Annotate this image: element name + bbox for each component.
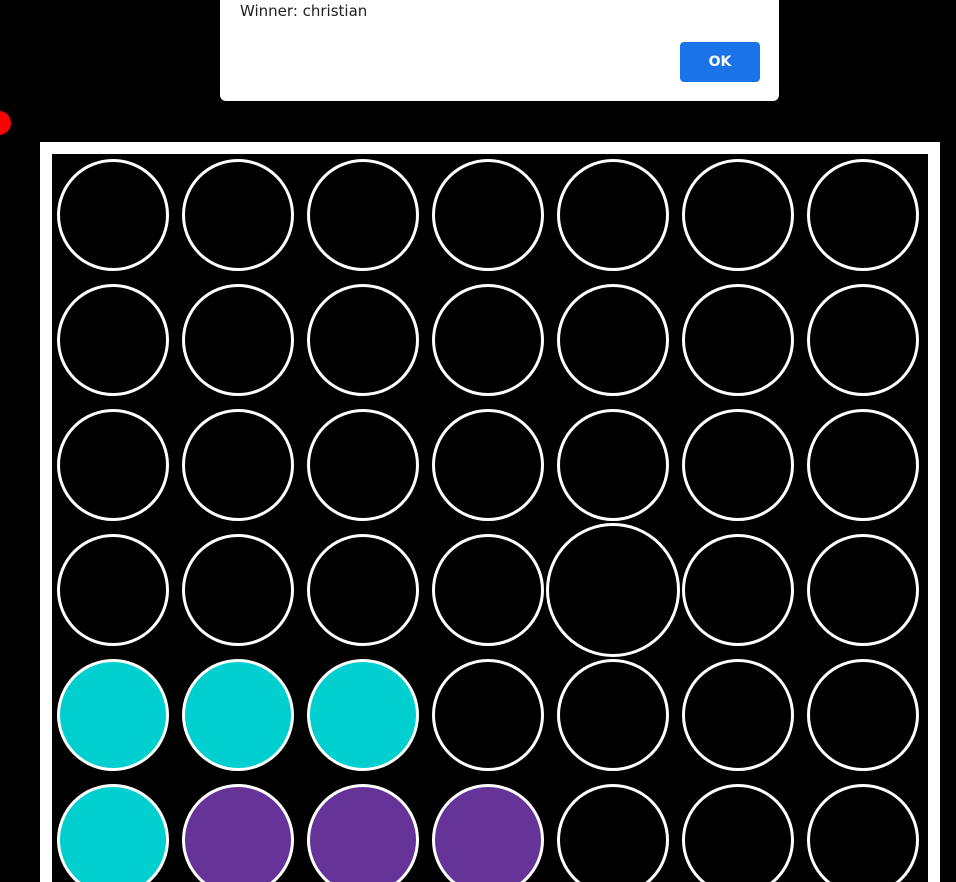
board-cell-r1-c0[interactable] [57,284,169,396]
alert-dialog: Winner: christian OK [220,0,779,101]
board-cell-r1-c2[interactable] [307,284,419,396]
board-cell-r5-c5[interactable] [682,784,794,882]
board-cell-r0-c0[interactable] [57,159,169,271]
board-cell-r5-c6[interactable] [807,784,919,882]
board-cell-r1-c6[interactable] [807,284,919,396]
board-cell-r0-c4[interactable] [557,159,669,271]
board-cell-r3-c5[interactable] [682,534,794,646]
board-cell-r3-c0[interactable] [57,534,169,646]
board-cell-r3-c4[interactable] [546,523,680,657]
board-cell-r4-c6[interactable] [807,659,919,771]
board-cell-r2-c4[interactable] [557,409,669,521]
board-cell-r3-c3[interactable] [432,534,544,646]
board-cell-r1-c4[interactable] [557,284,669,396]
board-cell-r5-c4[interactable] [557,784,669,882]
board-cell-r5-c0[interactable] [57,784,169,882]
dialog-message: Winner: christian [240,2,368,20]
board-cell-r3-c6[interactable] [807,534,919,646]
board-cell-r2-c5[interactable] [682,409,794,521]
board-cell-r0-c1[interactable] [182,159,294,271]
board-cell-r3-c1[interactable] [182,534,294,646]
board-cell-r4-c2[interactable] [307,659,419,771]
board-cell-r0-c6[interactable] [807,159,919,271]
board-frame [40,142,940,882]
board-cell-r1-c5[interactable] [682,284,794,396]
ok-button[interactable]: OK [680,42,760,82]
board-cell-r1-c3[interactable] [432,284,544,396]
board-cell-r4-c3[interactable] [432,659,544,771]
board-cell-r1-c1[interactable] [182,284,294,396]
board-cell-r2-c3[interactable] [432,409,544,521]
board-cell-r2-c1[interactable] [182,409,294,521]
board-cell-r2-c6[interactable] [807,409,919,521]
turn-indicator-dot [0,111,11,135]
board-cell-r4-c0[interactable] [57,659,169,771]
board-cell-r3-c2[interactable] [307,534,419,646]
board-cell-r2-c2[interactable] [307,409,419,521]
board-cell-r4-c1[interactable] [182,659,294,771]
board-cell-r0-c3[interactable] [432,159,544,271]
board-cell-r2-c0[interactable] [57,409,169,521]
game-page: Winner: christian OK [0,0,956,882]
board-cell-r4-c4[interactable] [557,659,669,771]
board-cell-r5-c1[interactable] [182,784,294,882]
board-cell-r4-c5[interactable] [682,659,794,771]
board-cell-r0-c2[interactable] [307,159,419,271]
game-board [52,154,928,882]
board-cell-r0-c5[interactable] [682,159,794,271]
board-cell-r5-c2[interactable] [307,784,419,882]
board-cell-r5-c3[interactable] [432,784,544,882]
